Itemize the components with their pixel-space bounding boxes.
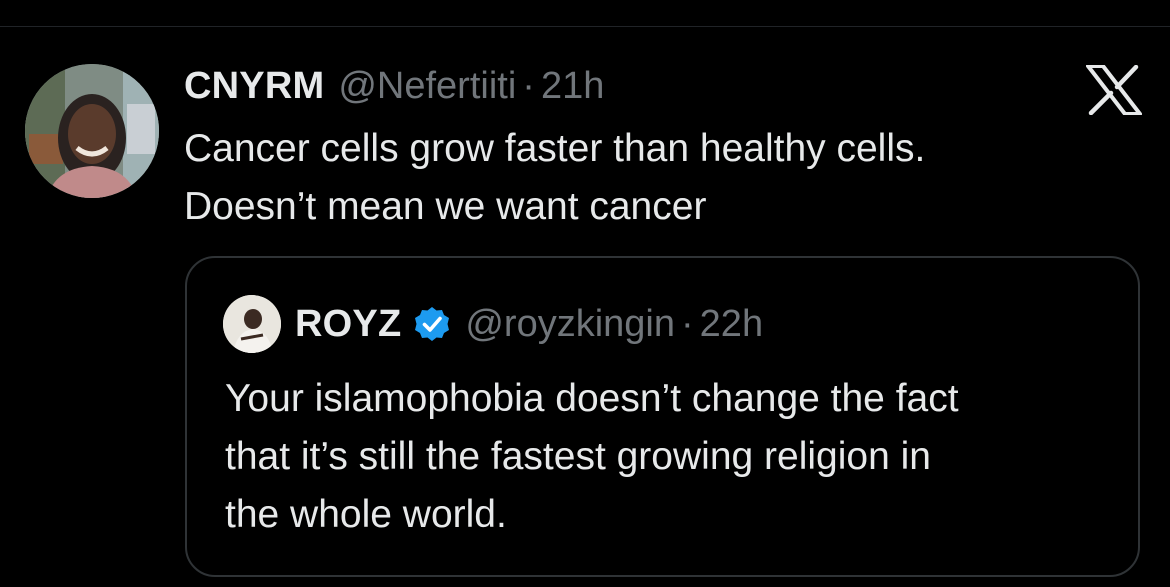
tweet-text: Cancer cells grow faster than healthy ce… [184, 120, 1084, 236]
quoted-avatar-photo [223, 295, 281, 353]
verified-badge-icon[interactable] [413, 305, 451, 343]
quoted-tweet-timestamp[interactable]: 22h [700, 303, 763, 346]
quoted-text-line: Your islamophobia doesn’t change the fac… [225, 377, 959, 420]
quoted-text-line: the whole world. [225, 493, 507, 536]
tweet-timestamp[interactable]: 21h [541, 65, 604, 108]
author-avatar[interactable] [25, 64, 159, 198]
author-display-name[interactable]: CNYRM [184, 65, 324, 108]
quoted-tweet-card[interactable]: ROYZ @royzkingin · 22h Your islamophobia… [185, 256, 1140, 577]
tweet-text-line: Cancer cells grow faster than healthy ce… [184, 127, 926, 170]
tweet-text-line: Doesn’t mean we want cancer [184, 185, 707, 228]
quoted-text-line: that it’s still the fastest growing reli… [225, 435, 931, 478]
avatar-photo [25, 64, 159, 198]
top-divider [0, 26, 1170, 27]
x-logo-icon[interactable] [1086, 64, 1142, 116]
quoted-author-handle[interactable]: @royzkingin [465, 303, 675, 346]
author-handle[interactable]: @Nefertiiti [338, 65, 516, 108]
quoted-tweet-header: ROYZ @royzkingin · 22h [295, 298, 763, 350]
quoted-tweet-text: Your islamophobia doesn’t change the fac… [225, 370, 1115, 544]
header-separator: · [522, 64, 535, 107]
quoted-header-separator: · [681, 302, 694, 345]
tweet-header: CNYRM @Nefertiiti · 21h [184, 60, 604, 112]
quoted-author-avatar[interactable] [223, 295, 281, 353]
quoted-author-display-name[interactable]: ROYZ [295, 303, 401, 346]
